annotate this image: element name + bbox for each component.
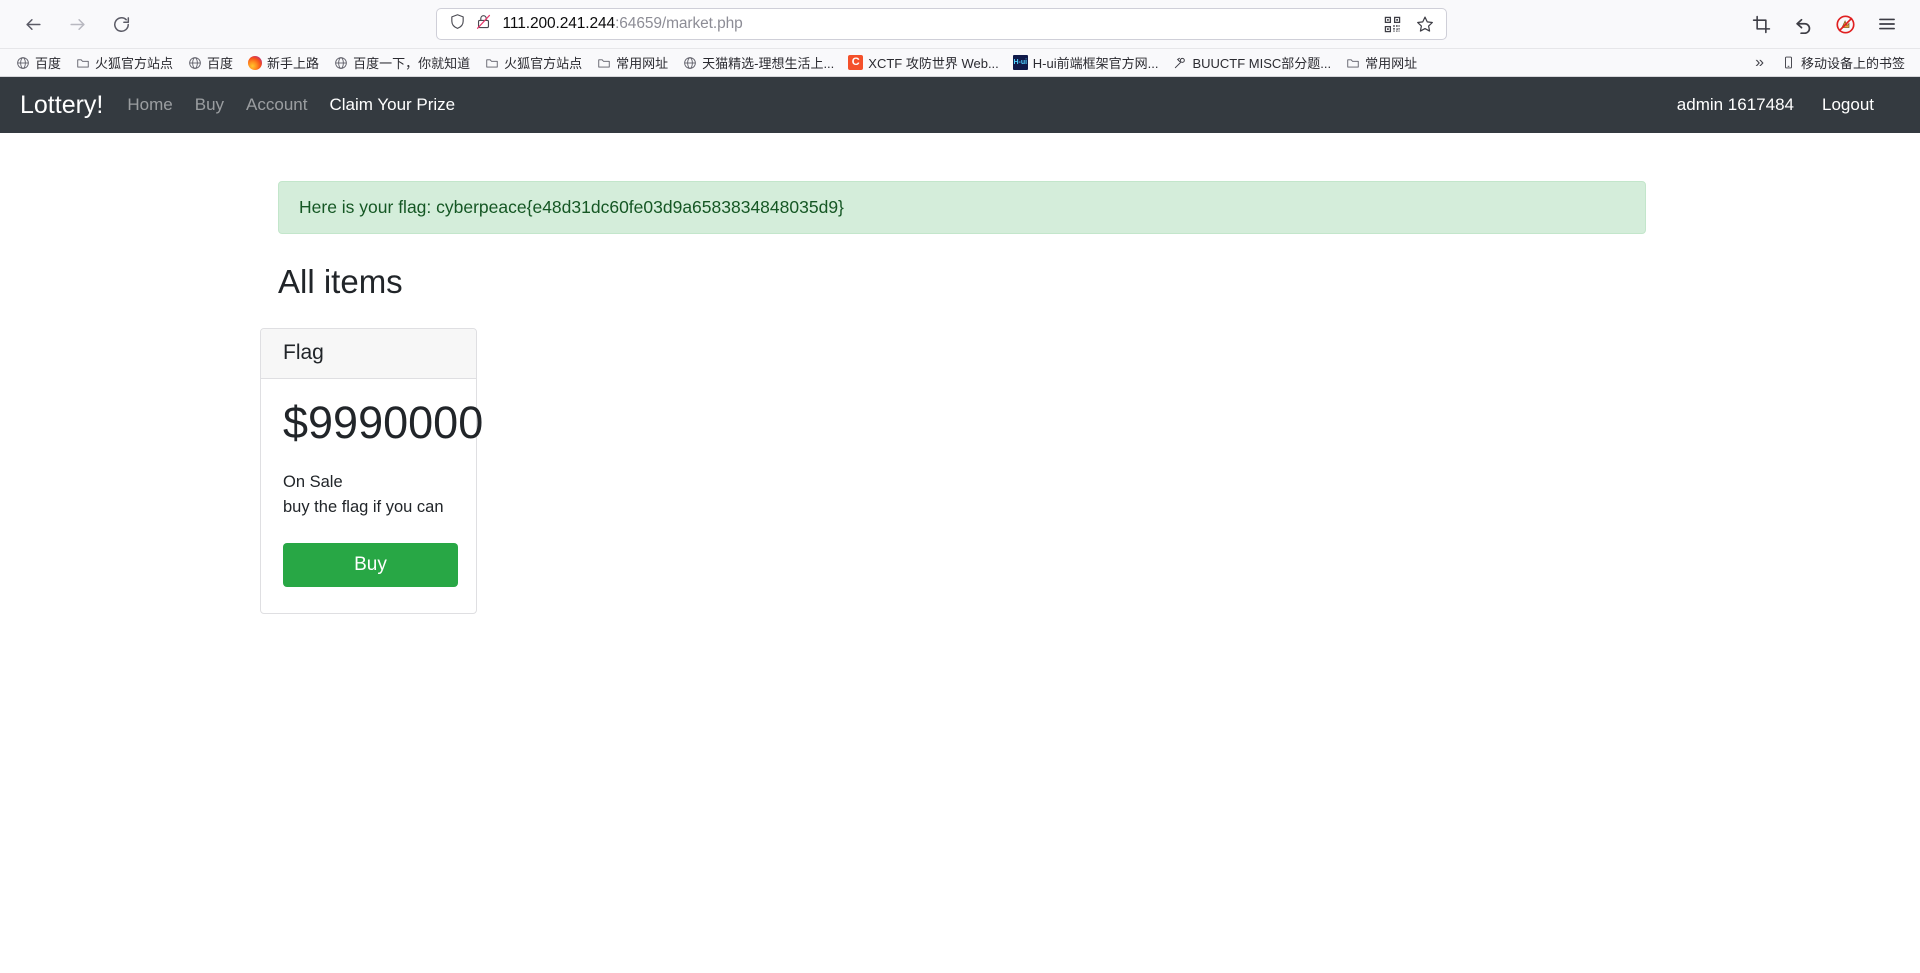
screenshot-crop-icon[interactable] [1742, 5, 1780, 43]
item-card-body: $9990000 On Sale buy the flag if you can… [261, 379, 484, 613]
mobile-bookmarks-label: 移动设备上的书签 [1800, 56, 1905, 71]
globe-icon [187, 55, 202, 70]
buuctf-icon [1172, 55, 1187, 70]
bookmark-label: 百度 [35, 56, 62, 71]
folder-icon [1345, 55, 1360, 70]
nav-link-claim-your-prize[interactable]: Claim Your Prize [329, 95, 455, 115]
url-text[interactable]: 111.200.241.244:64659/market.php [503, 15, 1378, 33]
logout-link[interactable]: Logout [1822, 95, 1900, 115]
flag-alert: Here is your flag: cyberpeace{e48d31dc60… [278, 181, 1646, 234]
item-status: On Sale [283, 472, 343, 491]
page-content: Lottery! Home Buy Account Claim Your Pri… [0, 77, 1920, 972]
bookmark-label: H-ui前端框架官方网... [1032, 56, 1159, 71]
bookmarks-overflow-icon[interactable]: » [1745, 52, 1774, 74]
navigation-buttons [14, 5, 140, 43]
current-user-label: admin 1617484 [1676, 95, 1794, 114]
mobile-bookmarks-item[interactable]: 移动设备上的书签 [1774, 51, 1912, 74]
url-bar-actions [1378, 10, 1440, 38]
bookmark-item[interactable]: 百度一下，你就知道 [326, 51, 477, 74]
navbar-user-area: admin 1617484 Logout [1677, 95, 1900, 115]
folder-icon [484, 55, 499, 70]
bookmark-item[interactable]: C XCTF 攻防世界 Web... [841, 51, 1006, 74]
bookmarks-bar: 百度 火狐官方站点 百度 新手上路 百度一下，你就知道 火狐官方站点 常用网址 [0, 48, 1920, 76]
browser-toolbar: 111.200.241.244:64659/market.php [0, 0, 1920, 48]
page-title: All items [278, 263, 403, 300]
bookmark-item[interactable]: 天猫精选-理想生活上... [675, 51, 841, 74]
back-button[interactable] [14, 5, 52, 43]
item-card-header: Flag [261, 328, 476, 379]
adblock-disabled-icon[interactable] [1826, 5, 1864, 43]
bookmark-item[interactable]: H-ui H-ui前端框架官方网... [1006, 51, 1166, 74]
hui-icon: H-ui [1012, 55, 1028, 70]
url-host: 111.200.241.244 [502, 15, 616, 32]
mobile-device-icon [1781, 55, 1796, 70]
bookmark-label: 天猫精选-理想生活上... [702, 56, 835, 71]
bookmark-item[interactable]: 常用网址 [1338, 51, 1424, 74]
globe-icon [333, 55, 348, 70]
undo-arrow-icon[interactable] [1784, 5, 1822, 43]
site-navbar: Lottery! Home Buy Account Claim Your Pri… [0, 77, 1920, 133]
browser-chrome: 111.200.241.244:64659/market.php 百度 火狐官方… [0, 0, 1920, 77]
reload-button[interactable] [102, 5, 140, 43]
folder-icon [596, 55, 611, 70]
shield-icon[interactable] [449, 13, 466, 35]
item-card: Flag $9990000 On Sale buy the flag if yo… [260, 327, 484, 614]
url-bar[interactable]: 111.200.241.244:64659/market.php [435, 8, 1447, 40]
bookmark-label: 常用网址 [616, 56, 669, 71]
navbar-links: Home Buy Account Claim Your Prize [127, 95, 1676, 115]
brand-logo[interactable]: Lottery! [20, 91, 103, 120]
item-price: $9990000 [283, 396, 484, 448]
firefox-icon [247, 55, 262, 70]
bookmark-item[interactable]: 常用网址 [589, 51, 675, 74]
buy-button[interactable]: Buy [283, 542, 458, 587]
nav-link-home[interactable]: Home [127, 95, 172, 115]
globe-icon [15, 55, 30, 70]
globe-icon [682, 55, 697, 70]
qr-code-icon[interactable] [1378, 10, 1408, 38]
bookmark-item[interactable]: 火狐官方站点 [68, 51, 180, 74]
nav-link-buy[interactable]: Buy [195, 95, 224, 115]
bookmark-item[interactable]: 新手上路 [240, 51, 326, 74]
bookmark-label: BUUCTF MISC部分题... [1192, 56, 1332, 71]
folder-icon [75, 55, 90, 70]
toolbar-right-actions [1742, 5, 1906, 43]
bookmark-item[interactable]: 百度 [8, 51, 68, 74]
bookmark-label: 火狐官方站点 [504, 56, 583, 71]
main-content: Here is your flag: cyberpeace{e48d31dc60… [0, 181, 1920, 614]
bookmark-item[interactable]: 百度 [180, 51, 240, 74]
item-description: buy the flag if you can [283, 498, 444, 517]
bookmark-item[interactable]: 火狐官方站点 [477, 51, 589, 74]
url-bar-icons [449, 13, 492, 35]
nav-link-account[interactable]: Account [246, 95, 307, 115]
bookmark-label: XCTF 攻防世界 Web... [868, 56, 999, 71]
bookmark-label: 火狐官方站点 [95, 56, 174, 71]
bookmark-label: 百度一下，你就知道 [353, 56, 471, 71]
ctf-c-icon: C [848, 55, 864, 70]
insecure-connection-icon[interactable] [475, 13, 492, 35]
bookmark-star-icon[interactable] [1410, 10, 1440, 38]
bookmark-label: 常用网址 [1365, 56, 1418, 71]
bookmark-item[interactable]: BUUCTF MISC部分题... [1165, 51, 1338, 74]
forward-button[interactable] [58, 5, 96, 43]
bookmark-label: 百度 [207, 56, 234, 71]
bookmark-label: 新手上路 [267, 56, 320, 71]
hamburger-menu-icon[interactable] [1868, 5, 1906, 43]
url-bar-container: 111.200.241.244:64659/market.php [140, 8, 1742, 40]
url-path: :64659/market.php [615, 15, 743, 32]
